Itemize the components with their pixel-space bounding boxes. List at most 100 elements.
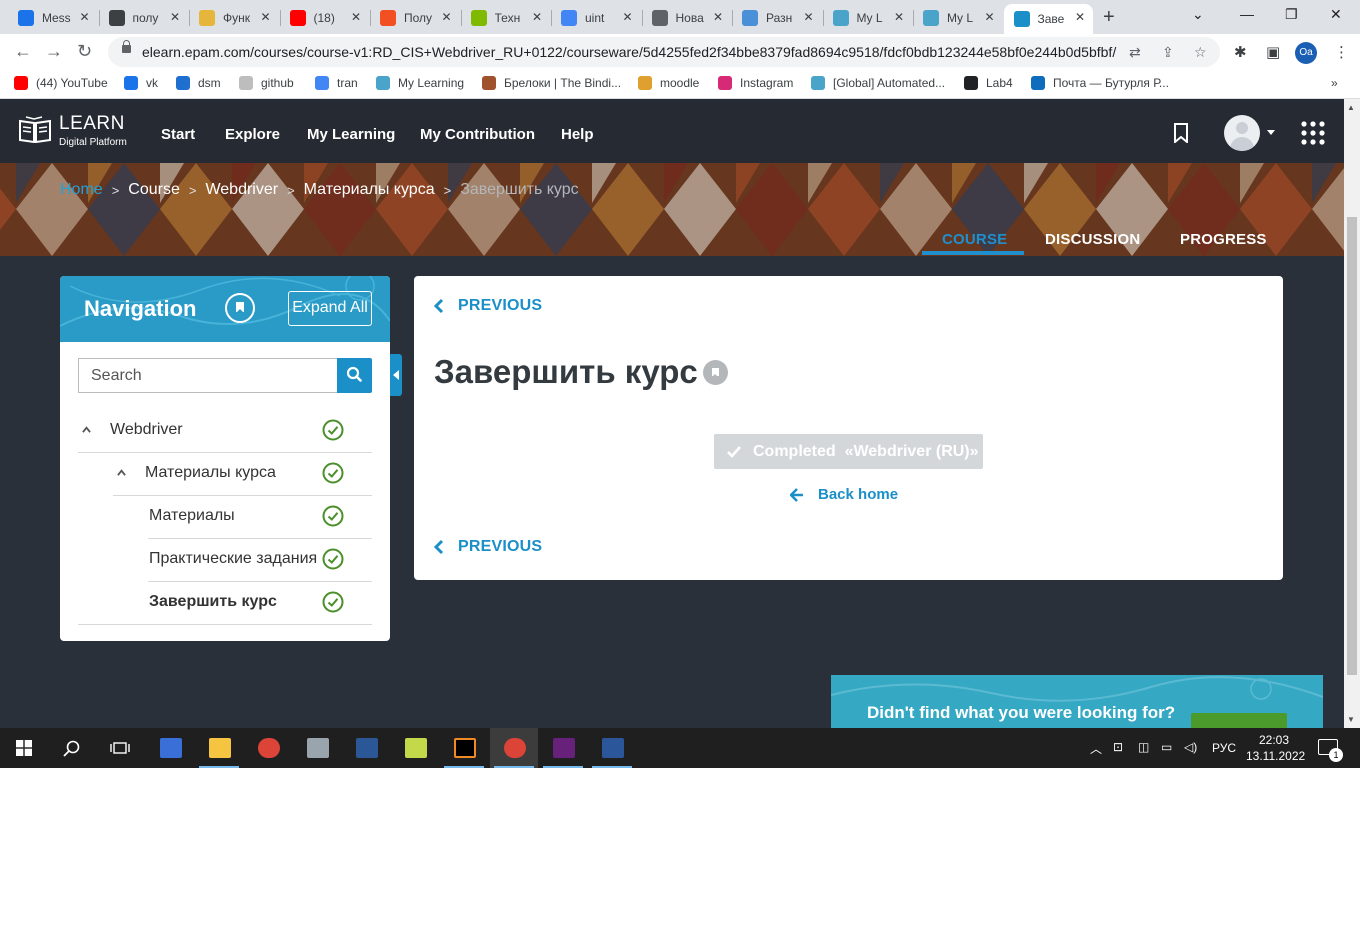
nav-start[interactable]: Start bbox=[161, 126, 195, 143]
tab-close-icon[interactable]: ✕ bbox=[79, 10, 89, 24]
side-panel-icon[interactable]: ▣ bbox=[1266, 43, 1280, 61]
tab-discussion[interactable]: DISCUSSION bbox=[1045, 231, 1140, 248]
browser-tab[interactable]: Техн ✕ bbox=[461, 4, 551, 32]
bookmark-item[interactable]: [Global] Automated... bbox=[811, 76, 945, 90]
taskbar-intellij-icon[interactable] bbox=[440, 728, 488, 768]
breadcrumb-home[interactable]: Home bbox=[60, 181, 103, 199]
search-icon[interactable] bbox=[63, 740, 81, 758]
tray-overflow-chevron-icon[interactable]: ︿ bbox=[1090, 740, 1102, 757]
taskbar-app-icon[interactable] bbox=[293, 728, 341, 768]
user-menu-caret-icon[interactable] bbox=[1267, 130, 1275, 135]
windows-start-icon[interactable] bbox=[16, 740, 32, 756]
nav-my-learning[interactable]: My Learning bbox=[307, 126, 395, 143]
scrollbar-thumb[interactable] bbox=[1347, 217, 1357, 675]
tab-close-icon[interactable]: ✕ bbox=[441, 10, 451, 24]
tab-course[interactable]: COURSE bbox=[942, 231, 1007, 248]
tab-close-icon[interactable]: ✕ bbox=[351, 10, 361, 24]
scroll-up-icon[interactable]: ▲ bbox=[1347, 103, 1355, 112]
tab-close-icon[interactable]: ✕ bbox=[622, 10, 632, 24]
back-home-link[interactable]: Back home bbox=[790, 486, 898, 503]
scroll-down-icon[interactable]: ▼ bbox=[1347, 715, 1355, 724]
breadcrumb-materials[interactable]: Материалы курса bbox=[304, 181, 435, 199]
tab-close-icon[interactable]: ✕ bbox=[984, 10, 994, 24]
tray-language[interactable]: РУС bbox=[1212, 741, 1236, 755]
unit-bookmark-icon[interactable] bbox=[703, 360, 728, 385]
browser-tab[interactable]: Нова ✕ bbox=[642, 4, 732, 32]
book-logo-icon[interactable] bbox=[18, 115, 52, 143]
bookmark-item[interactable]: Instagram bbox=[718, 76, 793, 90]
extensions-puzzle-icon[interactable]: ✱ bbox=[1234, 43, 1247, 61]
bookmark-item[interactable]: vk bbox=[124, 76, 158, 90]
tray-network-icon[interactable]: ⊡ bbox=[1113, 740, 1123, 754]
tab-close-icon[interactable]: ✕ bbox=[532, 10, 542, 24]
translate-icon[interactable]: ⇄ bbox=[1129, 44, 1141, 61]
chevron-up-icon[interactable] bbox=[117, 468, 126, 477]
browser-tab[interactable]: Разн ✕ bbox=[732, 4, 822, 32]
browser-tab[interactable]: uint ✕ bbox=[551, 4, 641, 32]
logo-title[interactable]: LEARN bbox=[59, 113, 125, 135]
share-icon[interactable]: ⇪ bbox=[1162, 44, 1174, 61]
tray-battery-icon[interactable]: ▭ bbox=[1161, 740, 1172, 754]
tab-close-icon[interactable]: ✕ bbox=[713, 10, 723, 24]
bookmark-item[interactable]: My Learning bbox=[376, 76, 464, 90]
collapse-navigation-button[interactable] bbox=[390, 354, 402, 396]
bookmark-item[interactable]: dsm bbox=[176, 76, 221, 90]
tab-close-icon[interactable]: ✕ bbox=[1075, 10, 1085, 24]
browser-tab[interactable]: полу ✕ bbox=[99, 4, 189, 32]
close-window-button[interactable]: ✕ bbox=[1330, 6, 1342, 23]
bookmark-item[interactable]: moodle bbox=[638, 76, 699, 90]
help-banner-button[interactable] bbox=[1191, 713, 1287, 728]
chevron-up-icon[interactable] bbox=[82, 425, 91, 434]
expand-all-button[interactable]: Expand All bbox=[288, 291, 372, 326]
taskbar-app-icon[interactable] bbox=[391, 728, 439, 768]
back-arrow-icon[interactable]: ← bbox=[14, 41, 32, 62]
previous-link-top[interactable]: PREVIOUS bbox=[434, 297, 542, 315]
reload-icon[interactable]: ↻ bbox=[77, 41, 92, 62]
bookmark-item[interactable]: (44) YouTube bbox=[14, 76, 108, 90]
breadcrumb-course[interactable]: Course bbox=[128, 181, 180, 199]
navigation-item[interactable]: Завершить курс bbox=[78, 581, 372, 625]
restore-button[interactable]: ❐ bbox=[1285, 6, 1298, 23]
search-button[interactable] bbox=[337, 358, 372, 393]
browser-tab[interactable]: My L ✕ bbox=[913, 4, 1003, 32]
browser-menu-icon[interactable]: ⋮ bbox=[1334, 43, 1349, 61]
tab-search-icon[interactable]: ⌄ bbox=[1192, 6, 1204, 23]
taskbar-word-icon[interactable] bbox=[588, 728, 636, 768]
taskbar-save-app-icon[interactable] bbox=[146, 728, 194, 768]
profile-avatar[interactable]: Oa bbox=[1295, 42, 1317, 64]
user-avatar[interactable] bbox=[1224, 115, 1260, 151]
bookmarks-overflow-button[interactable]: » bbox=[1331, 76, 1338, 90]
bookmarks-toggle-icon[interactable] bbox=[225, 293, 255, 323]
bookmark-item[interactable]: Брелоки | The Bindi... bbox=[482, 76, 621, 90]
browser-tab[interactable]: Функ ✕ bbox=[189, 4, 279, 32]
tab-close-icon[interactable]: ✕ bbox=[803, 10, 813, 24]
taskbar-visual-studio-icon[interactable] bbox=[539, 728, 587, 768]
browser-tab[interactable]: Заве ✕ bbox=[1003, 4, 1093, 34]
bookmark-star-icon[interactable]: ☆ bbox=[1194, 44, 1207, 61]
apps-grid-icon[interactable] bbox=[1301, 121, 1325, 145]
taskbar-chrome-icon[interactable] bbox=[244, 728, 292, 768]
tab-progress[interactable]: PROGRESS bbox=[1180, 231, 1267, 248]
tray-volume-icon[interactable]: ◁) bbox=[1184, 740, 1197, 754]
task-view-icon[interactable] bbox=[110, 740, 130, 756]
address-bar[interactable]: elearn.epam.com/courses/course-v1:RD_CIS… bbox=[108, 37, 1220, 67]
bookmarks-icon[interactable] bbox=[1173, 123, 1189, 143]
browser-tab[interactable]: Mess ✕ bbox=[8, 4, 98, 32]
browser-tab[interactable]: My L ✕ bbox=[823, 4, 913, 32]
taskbar-app-icon[interactable] bbox=[342, 728, 390, 768]
browser-tab[interactable]: (18) ✕ bbox=[280, 4, 370, 32]
navigation-item[interactable]: Webdriver bbox=[78, 409, 372, 453]
forward-arrow-icon[interactable]: → bbox=[45, 41, 63, 62]
tab-close-icon[interactable]: ✕ bbox=[260, 10, 270, 24]
nav-explore[interactable]: Explore bbox=[225, 126, 280, 143]
bookmark-item[interactable]: Почта — Бутурля Р... bbox=[1031, 76, 1169, 90]
navigation-item[interactable]: Материалы курса bbox=[113, 452, 372, 496]
taskbar-chrome-profile-icon[interactable] bbox=[490, 728, 538, 768]
tray-camera-icon[interactable]: ◫ bbox=[1138, 740, 1149, 754]
taskbar-file-explorer-icon[interactable] bbox=[195, 728, 243, 768]
tab-close-icon[interactable]: ✕ bbox=[894, 10, 904, 24]
navigation-item[interactable]: Материалы bbox=[148, 495, 372, 539]
bookmark-item[interactable]: tran bbox=[315, 76, 358, 90]
tray-clock[interactable]: 22:03 13.11.2022 bbox=[1246, 732, 1305, 764]
minimize-button[interactable]: — bbox=[1240, 6, 1254, 22]
